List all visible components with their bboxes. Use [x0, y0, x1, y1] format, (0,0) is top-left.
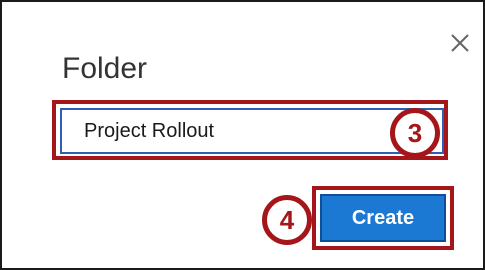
create-button[interactable]: Create — [320, 194, 446, 242]
step-4-badge: 4 — [262, 195, 312, 245]
step-3-badge: 3 — [390, 108, 440, 158]
dialog-title: Folder — [62, 52, 148, 85]
close-icon — [451, 34, 469, 52]
close-button[interactable] — [445, 28, 475, 58]
folder-name-input[interactable] — [60, 108, 444, 154]
